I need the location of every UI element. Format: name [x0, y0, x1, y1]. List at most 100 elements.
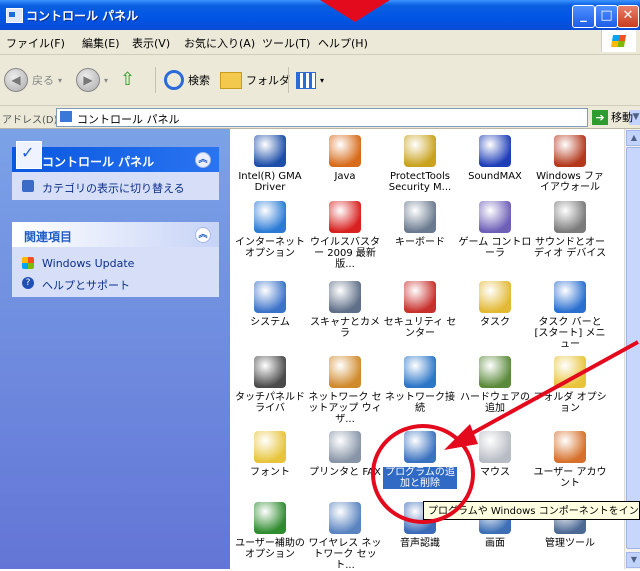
cpl-item-wireless-network[interactable]: ワイヤレス ネットワーク セット... — [308, 502, 382, 571]
cpl-item-label: インターネット オプション — [235, 237, 305, 259]
cpl-item-network-setup[interactable]: ネットワーク セットアップ ウィザ... — [308, 356, 382, 425]
address-value: コントロール パネル — [77, 113, 180, 126]
go-label: 移動 — [611, 111, 633, 124]
back-dropdown-icon[interactable]: ▾ — [58, 76, 62, 85]
cpl-item-security-center[interactable]: セキュリティ センター — [383, 281, 457, 339]
cpl-item-label: システム — [250, 317, 290, 328]
search-label: 検索 — [188, 74, 210, 87]
cpl-item-label: セキュリティ センター — [383, 317, 457, 339]
folders-button[interactable]: フォルダ — [220, 67, 290, 93]
cpl-item-scanner-camera[interactable]: スキャナとカメラ — [308, 281, 382, 339]
help-support-link[interactable]: ? ヘルプとサポート — [12, 273, 219, 297]
menu-view[interactable]: 表示(V) — [132, 35, 170, 51]
menu-edit[interactable]: 編集(E) — [82, 35, 120, 51]
cpl-item-keyboard[interactable]: キーボード — [383, 201, 457, 248]
cpl-item-label: ウイルスバスター 2009 最新版... — [310, 237, 380, 270]
cpl-item-accessibility[interactable]: ユーザー補助の オプション — [233, 502, 307, 560]
fonts-icon — [254, 431, 286, 463]
sound-audio-icon — [554, 201, 586, 233]
cpl-item-protecttools[interactable]: ProtectTools Security M... — [383, 135, 457, 193]
cpl-item-tasks[interactable]: タスク — [458, 281, 532, 328]
red-down-arrow-annotation — [320, 0, 390, 22]
virusbuster-icon — [329, 201, 361, 233]
views-icon — [296, 71, 316, 89]
views-dropdown-icon: ▾ — [320, 75, 325, 85]
cpl-item-label: ユーザー補助の オプション — [235, 538, 305, 560]
search-icon — [164, 70, 184, 90]
windows-update-icon — [22, 257, 34, 269]
up-folder-icon: ⇧ — [120, 69, 136, 90]
keyboard-icon — [404, 201, 436, 233]
menu-bar: ファイル(F) 編集(E) 表示(V) お気に入り(A) ツール(T) ヘルプ(… — [0, 30, 640, 55]
related-title: 関連項目 — [24, 230, 73, 244]
security-center-icon — [404, 281, 436, 313]
protecttools-icon — [404, 135, 436, 167]
accessibility-icon — [254, 502, 286, 534]
internet-options-icon — [254, 201, 286, 233]
help-support-label: ヘルプとサポート — [42, 279, 130, 292]
cpl-item-java[interactable]: Java — [308, 135, 382, 182]
folders-icon — [220, 71, 242, 89]
go-button[interactable]: ➔ 移動 — [592, 109, 633, 125]
back-button[interactable]: ◀ 戻る ▾ — [4, 67, 62, 93]
cpl-item-game-controller[interactable]: ゲーム コントローラ — [458, 201, 532, 259]
windows-update-link[interactable]: Windows Update — [12, 253, 219, 273]
control-panel-large-icon — [16, 141, 42, 169]
cpl-item-label: 画面 — [485, 538, 505, 549]
game-controller-icon — [479, 201, 511, 233]
address-field[interactable]: コントロール パネル ▼ — [56, 108, 640, 127]
scroll-down-icon[interactable]: ▼ — [626, 552, 640, 568]
menu-tools[interactable]: ツール(T) — [262, 35, 310, 51]
menu-help[interactable]: ヘルプ(H) — [318, 35, 368, 51]
menu-file[interactable]: ファイル(F) — [6, 35, 65, 51]
network-setup-icon — [329, 356, 361, 388]
cpl-item-label: Intel(R) GMA Driver — [238, 171, 302, 193]
menu-favorites[interactable]: お気に入り(A) — [184, 35, 255, 51]
cpl-item-label: SoundMAX — [468, 171, 522, 182]
related-topics-header[interactable]: 関連項目 ︽ — [12, 222, 219, 247]
taskbar-icon — [554, 281, 586, 313]
forward-arrow-icon: ▶ — [76, 68, 100, 92]
soundmax-icon — [479, 135, 511, 167]
cpl-item-virusbuster[interactable]: ウイルスバスター 2009 最新版... — [308, 201, 382, 270]
cpl-item-internet-options[interactable]: インターネット オプション — [233, 201, 307, 259]
cpl-item-label: タスク — [480, 317, 510, 328]
cpl-item-label: サウンドとオーディオ デバイス — [533, 237, 607, 259]
minimize-button[interactable]: _ — [572, 5, 595, 28]
cpl-item-label: 管理ツール — [545, 538, 595, 549]
cpl-item-label: Windows ファイアウォール — [536, 171, 604, 193]
control-panel-small-icon — [60, 111, 72, 122]
cpl-item-firewall[interactable]: Windows ファイアウォール — [533, 135, 607, 193]
go-arrow-icon: ➔ — [592, 109, 608, 125]
back-label: 戻る — [32, 74, 54, 87]
views-button[interactable]: ▾ — [296, 67, 324, 93]
cpl-item-fonts[interactable]: フォント — [233, 431, 307, 478]
control-panel-window: コントロール パネル _ □ ✕ ファイル(F) 編集(E) 表示(V) お気に… — [0, 0, 640, 571]
cpl-item-sound-audio[interactable]: サウンドとオーディオ デバイス — [533, 201, 607, 259]
forward-dropdown-icon[interactable]: ▾ — [104, 76, 108, 85]
window-title: コントロール パネル — [26, 9, 139, 23]
collapse-chevron-icon[interactable]: ︽ — [195, 152, 211, 168]
scroll-up-icon[interactable]: ▲ — [626, 130, 640, 146]
cpl-item-intel-gma[interactable]: Intel(R) GMA Driver — [233, 135, 307, 193]
maximize-button[interactable]: □ — [595, 5, 618, 28]
intel-gma-icon — [254, 135, 286, 167]
control-panel-card-header[interactable]: コントロール パネル ︽ — [12, 141, 219, 172]
cpl-item-system[interactable]: システム — [233, 281, 307, 328]
search-button[interactable]: 検索 — [164, 67, 210, 93]
cpl-item-soundmax[interactable]: SoundMAX — [458, 135, 532, 182]
task-pane: コントロール パネル ︽ カテゴリの表示に切り替える 関連項目 ︽ Window… — [0, 129, 230, 569]
switch-category-view-link[interactable]: カテゴリの表示に切り替える — [12, 172, 219, 200]
help-icon: ? — [22, 277, 34, 289]
related-topics-card: 関連項目 ︽ Windows Update ? ヘルプとサポート — [12, 222, 219, 297]
cpl-item-touch-panel[interactable]: タッチパネルドライバ — [233, 356, 307, 414]
control-panel-card: コントロール パネル ︽ カテゴリの表示に切り替える — [12, 141, 219, 200]
forward-button[interactable]: ▶ ▾ — [76, 67, 108, 93]
panel-title: コントロール パネル — [42, 155, 155, 169]
up-folder-button[interactable]: ⇧ — [120, 67, 138, 93]
close-button[interactable]: ✕ — [617, 5, 639, 28]
touch-panel-icon — [254, 356, 286, 388]
collapse-chevron-icon[interactable]: ︽ — [195, 227, 211, 243]
wireless-network-icon — [329, 502, 361, 534]
cpl-item-label: ゲーム コントローラ — [458, 237, 532, 259]
